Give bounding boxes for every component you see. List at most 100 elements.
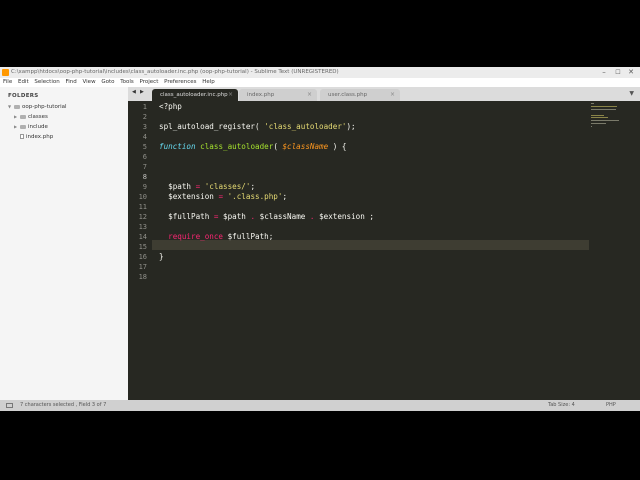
code-token: $fullPath; bbox=[223, 232, 274, 241]
minimap-line bbox=[591, 125, 592, 127]
line-number: 11 bbox=[138, 203, 147, 211]
code-token: spl_autoload_register bbox=[159, 122, 256, 131]
window-title: C:\xampp\htdocs\oop-php-tutorial\include… bbox=[11, 69, 339, 75]
menu-project[interactable]: Project bbox=[140, 78, 159, 87]
minimap-line bbox=[591, 109, 616, 110]
line-number: 6 bbox=[142, 153, 147, 161]
tab-scroll-left-icon[interactable]: ◀ bbox=[132, 89, 136, 95]
code-line: } bbox=[159, 252, 164, 262]
folder-icon bbox=[20, 124, 26, 129]
line-number: 13 bbox=[138, 223, 147, 231]
sidebar: FOLDERS ▼ oop-php-tutorial ▶ classes ▶ incl… bbox=[0, 87, 129, 400]
code-token: $className bbox=[255, 212, 310, 221]
line-number: 7 bbox=[142, 163, 147, 171]
code-token: ); bbox=[346, 122, 356, 131]
code-token: class_autoloader bbox=[200, 142, 274, 151]
line-number-gutter: 1 2 3 4 5 6 7 8 9 10 11 12 13 14 15 16 17 18 bbox=[128, 101, 152, 400]
line-number: 3 bbox=[142, 123, 147, 131]
file-icon bbox=[20, 134, 24, 139]
menu-bar: File Edit Selection Find View Goto Tools… bbox=[0, 78, 640, 87]
code-token: function bbox=[159, 142, 196, 151]
menu-help[interactable]: Help bbox=[202, 78, 215, 87]
tab-close-icon[interactable]: × bbox=[228, 89, 233, 101]
sidebar-item-root[interactable]: ▼ oop-php-tutorial bbox=[8, 103, 67, 111]
line-number: 15 bbox=[138, 243, 147, 251]
tab-close-icon[interactable]: × bbox=[390, 89, 395, 101]
minimize-button[interactable]: – bbox=[597, 67, 611, 78]
line-number: 18 bbox=[138, 273, 147, 281]
code-editor[interactable]: <?php spl_autoload_register( 'class_autol… bbox=[159, 101, 589, 400]
folder-icon bbox=[14, 104, 20, 109]
code-token: 'classes/' bbox=[204, 182, 251, 191]
line-number: 2 bbox=[142, 113, 147, 121]
line-number: 1 bbox=[142, 103, 147, 111]
line-number: 5 bbox=[142, 143, 147, 151]
sidebar-header: FOLDERS bbox=[8, 93, 39, 99]
sidebar-item-label: index.php bbox=[26, 134, 54, 140]
syntax-indicator[interactable]: PHP bbox=[606, 400, 616, 411]
code-line: $fullPath = $path . $className . $extens… bbox=[159, 212, 374, 222]
code-token: $path bbox=[218, 212, 251, 221]
minimap-line bbox=[591, 106, 617, 107]
tab-class-autoloader[interactable]: class_autoloader.inc.php × bbox=[152, 89, 238, 101]
tab-menu-icon[interactable]: ▼ bbox=[629, 90, 634, 97]
close-button[interactable]: ✕ bbox=[624, 67, 638, 78]
folder-icon bbox=[20, 114, 26, 119]
sidebar-item-classes[interactable]: ▶ classes bbox=[14, 113, 48, 121]
maximize-button[interactable]: ☐ bbox=[611, 67, 625, 78]
menu-goto[interactable]: Goto bbox=[101, 78, 114, 87]
title-bar[interactable]: C:\xampp\htdocs\oop-php-tutorial\include… bbox=[0, 67, 640, 78]
menu-tools[interactable]: Tools bbox=[120, 78, 134, 87]
tab-size-indicator[interactable]: Tab Size: 4 bbox=[548, 400, 575, 411]
code-line: function class_autoloader( $className ) … bbox=[159, 142, 346, 152]
code-token: $extension bbox=[159, 192, 219, 201]
line-number: 10 bbox=[138, 193, 147, 201]
code-token: <?php bbox=[159, 102, 182, 111]
code-token: ; bbox=[250, 182, 256, 191]
minimap-line bbox=[591, 119, 620, 121]
menu-preferences[interactable]: Preferences bbox=[164, 78, 196, 87]
tab-label: class_autoloader.inc.php bbox=[160, 92, 228, 98]
code-token: ; bbox=[282, 192, 288, 201]
code-token: $fullPath bbox=[159, 212, 214, 221]
code-token: $path bbox=[159, 182, 196, 191]
minimap-line bbox=[591, 116, 608, 118]
minimap-line bbox=[591, 122, 606, 124]
line-number: 4 bbox=[142, 133, 147, 141]
minimap[interactable] bbox=[589, 101, 640, 400]
line-number: 14 bbox=[138, 233, 147, 241]
sublime-window: C:\xampp\htdocs\oop-php-tutorial\include… bbox=[0, 67, 640, 411]
tab-index-php[interactable]: index.php × bbox=[239, 89, 317, 101]
minimap-line bbox=[591, 103, 594, 104]
line-number: 9 bbox=[142, 183, 147, 191]
menu-selection[interactable]: Selection bbox=[34, 78, 59, 87]
line-number: 12 bbox=[138, 213, 147, 221]
tab-user-class-php[interactable]: user.class.php × bbox=[320, 89, 400, 101]
sidebar-item-include[interactable]: ▶ include bbox=[14, 123, 48, 131]
code-token: ( bbox=[255, 122, 265, 131]
code-token: require_once bbox=[159, 232, 224, 241]
code-line: $path = 'classes/'; bbox=[159, 182, 255, 192]
code-token: $className bbox=[282, 142, 329, 151]
code-token: ) { bbox=[328, 142, 347, 151]
code-token: $extension ; bbox=[314, 212, 374, 221]
panel-toggle-icon[interactable] bbox=[6, 403, 13, 408]
menu-view[interactable]: View bbox=[83, 78, 96, 87]
line-number: 17 bbox=[138, 263, 147, 271]
sidebar-item-index-php[interactable]: index.php bbox=[20, 133, 53, 141]
code-token: '.class.php' bbox=[227, 192, 283, 201]
tab-close-icon[interactable]: × bbox=[307, 89, 312, 101]
sidebar-item-label: classes bbox=[28, 114, 48, 120]
menu-find[interactable]: Find bbox=[65, 78, 76, 87]
line-number: 8 bbox=[142, 173, 147, 181]
menu-file[interactable]: File bbox=[3, 78, 12, 87]
code-line: <?php bbox=[159, 102, 182, 112]
tab-scroll-right-icon[interactable]: ▶ bbox=[140, 89, 144, 95]
code-line: $extension = '.class.php'; bbox=[159, 192, 287, 202]
tab-label: user.class.php bbox=[328, 92, 368, 98]
menu-edit[interactable]: Edit bbox=[18, 78, 29, 87]
sublime-app-icon bbox=[2, 69, 9, 76]
code-line: require_once $fullPath; bbox=[159, 232, 273, 242]
code-line: spl_autoload_register( 'class_autoloader… bbox=[159, 122, 356, 132]
line-number: 16 bbox=[138, 253, 147, 261]
